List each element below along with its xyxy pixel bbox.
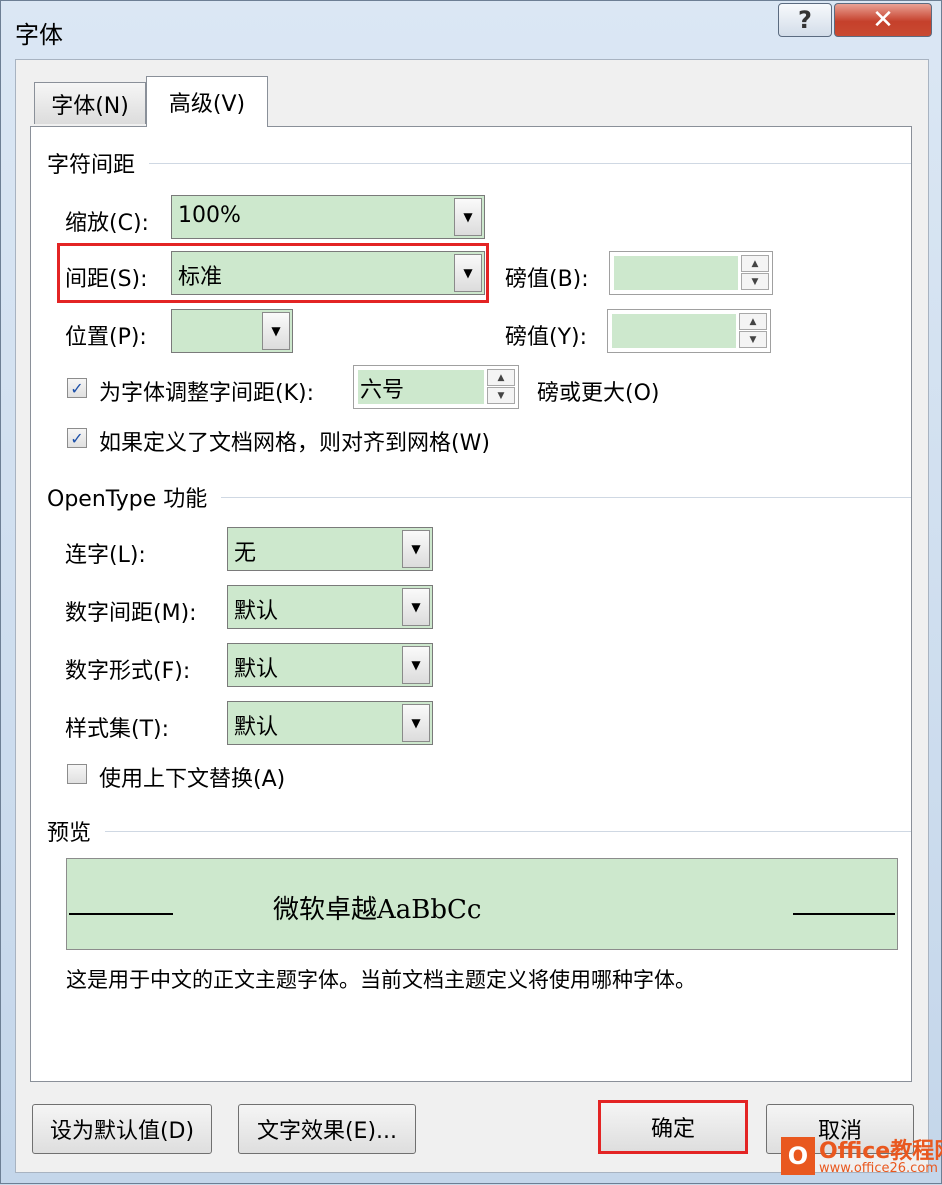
chevron-down-icon[interactable]: ▼ [402,530,430,568]
preview-sample-text: 微软卓越AaBbCc [273,895,482,925]
spin-down-icon[interactable]: ▼ [741,273,769,290]
check-icon: ✓ [70,428,84,448]
chevron-down-icon[interactable]: ▼ [262,312,290,350]
position-by-field[interactable] [612,314,736,348]
set-default-button[interactable]: 设为默认值(D) [32,1104,212,1154]
tab-advanced-label: 高级(V) [168,92,246,117]
chevron-down-icon[interactable]: ▼ [402,588,430,626]
ligatures-label: 连字(L): [65,543,146,568]
office-logo-icon: O [781,1137,815,1175]
spacing-value: 标准 [178,265,223,290]
position-combo[interactable]: ▼ [171,309,293,353]
position-by-spinner[interactable]: ▲ ▼ [607,309,771,353]
kerning-checkbox[interactable]: ✓ [67,378,87,398]
chevron-down-icon[interactable]: ▼ [402,646,430,684]
ligatures-value: 无 [234,541,257,566]
scale-label: 缩放(C): [65,211,149,236]
preview-heading: 预览 [47,815,911,847]
spacing-by-spinner[interactable]: ▲ ▼ [609,251,773,295]
spacing-by-field[interactable] [614,256,738,290]
number-forms-combo[interactable]: 默认 ▼ [227,643,433,687]
number-forms-value: 默认 [234,657,279,682]
preview-heading-text: 预览 [47,821,92,846]
stylistic-sets-combo[interactable]: 默认 ▼ [227,701,433,745]
ligatures-combo[interactable]: 无 ▼ [227,527,433,571]
preview-box: 微软卓越AaBbCc [66,858,898,950]
snap-grid-label: 如果定义了文档网格，则对齐到网格(W) [99,431,490,456]
preview-right-rule [793,913,895,915]
chevron-down-icon[interactable]: ▼ [402,704,430,742]
snap-grid-checkbox[interactable]: ✓ [67,428,87,448]
contextual-alternates-label: 使用上下文替换(A) [99,767,286,792]
opentype-heading-text: OpenType 功能 [47,487,208,512]
kerning-suffix: 磅或更大(O) [537,381,660,406]
stylistic-sets-value: 默认 [234,715,279,740]
spin-down-icon[interactable]: ▼ [739,331,767,348]
chevron-down-icon[interactable]: ▼ [454,254,482,292]
scale-combo[interactable]: 100% ▼ [171,195,485,239]
kerning-size-spinner[interactable]: 六号 ▲ ▼ [353,365,519,409]
char-spacing-heading-text: 字符间距 [47,153,136,178]
close-icon: ✕ [872,5,894,35]
number-spacing-label: 数字间距(M): [65,601,197,626]
text-effects-button[interactable]: 文字效果(E)... [238,1104,416,1154]
tab-font[interactable]: 字体(N) [34,82,146,124]
ok-label: 确定 [650,1117,695,1142]
dialog-title: 字体 [15,21,63,49]
tab-font-label: 字体(N) [51,93,129,119]
office-watermark: O Office教程网 www.office26.com [781,1131,942,1185]
number-spacing-value: 默认 [234,599,279,624]
spacing-combo[interactable]: 标准 ▼ [171,251,485,295]
close-button[interactable]: ✕ [834,3,932,37]
number-spacing-combo[interactable]: 默认 ▼ [227,585,433,629]
preview-description: 这是用于中文的正文主题字体。当前文档主题定义将使用哪种字体。 [66,968,696,992]
spacing-by-label: 磅值(B): [505,267,589,292]
kerning-size-field[interactable]: 六号 [358,370,484,404]
char-spacing-heading: 字符间距 [47,147,911,179]
kerning-size-value: 六号 [360,378,405,403]
spin-up-icon[interactable]: ▲ [741,255,769,272]
set-default-label: 设为默认值(D) [49,1119,195,1144]
font-dialog: 字体 ? ✕ 字体(N) 高级(V) 字符间距 缩放(C): 100% ▼ 间距… [0,0,942,1184]
tab-advanced[interactable]: 高级(V) [146,76,268,127]
kerning-label: 为字体调整字间距(K): [99,381,315,406]
check-icon: ✓ [70,378,84,398]
position-by-label: 磅值(Y): [505,325,588,350]
ok-button[interactable]: 确定 [598,1100,748,1154]
preview-left-rule [69,913,173,915]
position-label: 位置(P): [65,325,147,350]
number-forms-label: 数字形式(F): [65,659,191,684]
watermark-url: www.office26.com [819,1161,938,1176]
help-icon: ? [798,6,812,34]
dialog-client-area: 字体(N) 高级(V) 字符间距 缩放(C): 100% ▼ 间距(S): 标准… [15,59,929,1173]
spin-up-icon[interactable]: ▲ [487,369,515,386]
spin-up-icon[interactable]: ▲ [739,313,767,330]
contextual-alternates-checkbox[interactable] [67,764,87,784]
stylistic-sets-label: 样式集(T): [65,717,170,742]
spacing-label: 间距(S): [65,267,148,292]
title-bar: 字体 ? ✕ [1,1,941,59]
chevron-down-icon[interactable]: ▼ [454,198,482,236]
spin-down-icon[interactable]: ▼ [487,387,515,404]
scale-value: 100% [178,203,241,228]
help-button[interactable]: ? [778,3,832,37]
text-effects-label: 文字效果(E)... [256,1119,398,1144]
opentype-heading: OpenType 功能 [47,481,911,513]
